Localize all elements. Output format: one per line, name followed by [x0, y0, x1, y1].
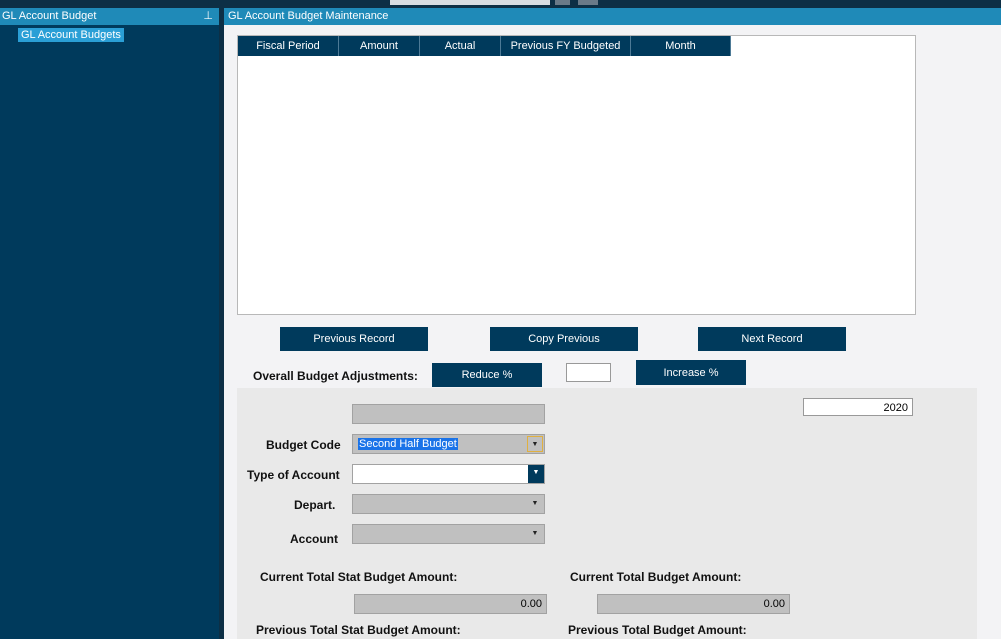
account-label: Account	[290, 532, 338, 546]
chevron-down-icon[interactable]: ▼	[527, 496, 543, 512]
toolbar-button[interactable]	[578, 0, 598, 5]
chevron-down-icon[interactable]: ▼	[528, 465, 544, 483]
reduce-percent-button[interactable]: Reduce %	[432, 363, 542, 387]
description-field	[352, 404, 545, 424]
column-amount[interactable]: Amount	[339, 36, 420, 56]
chevron-down-icon[interactable]: ▼	[527, 526, 543, 542]
next-record-button[interactable]: Next Record	[698, 327, 846, 351]
previous-record-button[interactable]: Previous Record	[280, 327, 428, 351]
column-actual[interactable]: Actual	[420, 36, 501, 56]
previous-budget-label: Previous Total Budget Amount:	[568, 623, 747, 637]
column-previous-fy-budgeted[interactable]: Previous FY Budgeted	[501, 36, 631, 56]
copy-previous-button[interactable]: Copy Previous	[490, 327, 638, 351]
depart-select[interactable]: ▼	[352, 494, 545, 514]
budget-grid[interactable]: Fiscal Period Amount Actual Previous FY …	[237, 35, 916, 315]
current-stat-budget-value: 0.00	[354, 594, 547, 614]
page-title: GL Account Budget Maintenance	[224, 8, 1001, 25]
current-budget-value: 0.00	[597, 594, 790, 614]
overall-adjustments-label: Overall Budget Adjustments:	[253, 369, 418, 383]
budget-code-select[interactable]: Second Half Budget ▼	[352, 434, 545, 454]
adjust-percent-input[interactable]	[566, 363, 611, 382]
year-field[interactable]: 2020	[803, 398, 913, 416]
account-select[interactable]: ▼	[352, 524, 545, 544]
increase-percent-button[interactable]: Increase %	[636, 360, 746, 385]
chevron-down-icon[interactable]: ▼	[527, 436, 543, 452]
pin-icon[interactable]: ⊥	[203, 8, 213, 25]
toolbar-search[interactable]	[390, 0, 550, 5]
toolbar-button[interactable]	[555, 0, 570, 5]
type-of-account-label: Type of Account	[247, 468, 340, 482]
budget-code-label: Budget Code	[266, 438, 341, 452]
previous-stat-budget-label: Previous Total Stat Budget Amount:	[256, 623, 461, 637]
type-of-account-select[interactable]: ▼	[352, 464, 545, 484]
current-stat-budget-label: Current Total Stat Budget Amount:	[260, 570, 458, 584]
column-fiscal-period[interactable]: Fiscal Period	[238, 36, 339, 56]
left-panel-header: GL Account Budget ⊥	[0, 8, 219, 25]
left-panel: GL Account Budget ⊥	[0, 8, 219, 639]
left-panel-title: GL Account Budget	[2, 10, 97, 22]
column-month[interactable]: Month	[631, 36, 731, 56]
current-budget-label: Current Total Budget Amount:	[570, 570, 742, 584]
splitter[interactable]	[219, 8, 224, 639]
tree-item-gl-account-budgets[interactable]: GL Account Budgets	[18, 28, 124, 42]
toolbar	[0, 0, 1001, 8]
depart-label: Depart.	[294, 498, 336, 512]
budget-code-value: Second Half Budget	[358, 438, 458, 450]
